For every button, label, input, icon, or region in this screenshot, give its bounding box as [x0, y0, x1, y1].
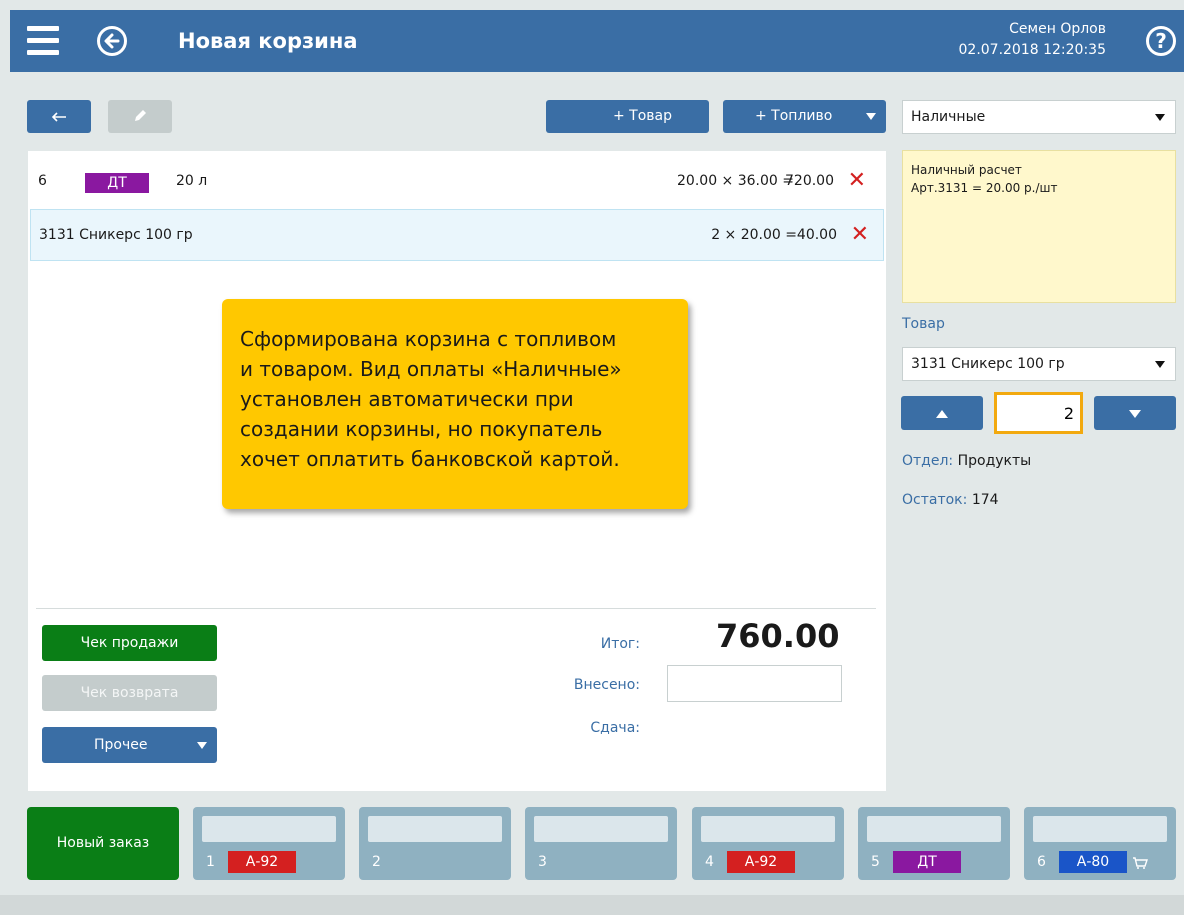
help-icon[interactable]: ?: [1146, 26, 1176, 56]
basket-row-fuel[interactable]: 6 ДТ 20 л 20.00 × 36.00 = 720.00 ✕: [28, 155, 882, 207]
divider: [36, 608, 876, 609]
user-info: Семен Орлов 02.07.2018 12:20:35: [959, 19, 1107, 61]
slot-number: 3: [538, 854, 547, 870]
current-datetime: 02.07.2018 12:20:35: [958, 42, 1107, 58]
product-label: Товар: [902, 316, 945, 332]
slot-number: 5: [871, 854, 880, 870]
menu-icon[interactable]: [27, 26, 59, 56]
slot-number: 6: [1037, 854, 1046, 870]
note-line: Арт.3131 = 20.00 р./шт: [911, 181, 1058, 195]
fuel-badge: ДТ: [893, 851, 961, 873]
department-value: Продукты: [957, 453, 1032, 469]
slot-bar: [534, 816, 668, 842]
add-fuel-button[interactable]: + Топливо: [723, 100, 886, 133]
fuel-code: 6: [38, 173, 47, 189]
order-slot-5[interactable]: 5 ДТ: [858, 807, 1010, 880]
callout-line: и товаром. Вид оплаты «Наличные»: [240, 357, 622, 381]
slot-number: 2: [372, 854, 381, 870]
slot-number: 4: [705, 854, 714, 870]
payment-note: Наличный расчет Арт.3131 = 20.00 р./шт: [902, 150, 1176, 303]
quantity-increase-button[interactable]: [901, 396, 983, 430]
page-title: Новая корзина: [178, 29, 358, 53]
row-calculation: 20.00 × 36.00 =: [677, 173, 794, 189]
quantity-input[interactable]: [994, 392, 1083, 434]
product-name: 3131 Сникерс 100 гр: [39, 227, 193, 243]
other-label: Прочее: [94, 737, 148, 753]
payment-type-value: Наличные: [911, 109, 986, 125]
order-slot-4[interactable]: 4 А-92: [692, 807, 844, 880]
arrow-left-icon: [51, 112, 66, 122]
product-select[interactable]: 3131 Сникерс 100 гр: [902, 347, 1176, 381]
pencil-icon: [135, 110, 146, 121]
fuel-badge: А-92: [727, 851, 795, 873]
chevron-down-icon: [197, 742, 207, 749]
stock-label: Остаток:: [902, 492, 968, 508]
callout-line: хочет оплатить банковской картой.: [240, 447, 620, 471]
basket-row-product[interactable]: 3131 Сникерс 100 гр 2 × 20.00 = 40.00 ✕: [30, 209, 884, 261]
order-slot-2[interactable]: 2: [359, 807, 511, 880]
callout-line: установлен автоматически при: [240, 387, 574, 411]
triangle-down-icon: [1129, 410, 1141, 418]
back-icon[interactable]: [97, 26, 127, 56]
footer-strip: [0, 895, 1184, 915]
fuel-badge: ДТ: [85, 173, 149, 193]
delete-icon[interactable]: ✕: [848, 168, 866, 193]
product-select-value: 3131 Сникерс 100 гр: [911, 356, 1065, 372]
basket-icon: [1133, 857, 1148, 869]
fuel-quantity: 20 л: [176, 173, 208, 189]
quantity-decrease-button[interactable]: [1094, 396, 1176, 430]
row-calculation: 2 × 20.00 =: [711, 227, 797, 243]
chevron-down-icon: [1155, 114, 1165, 121]
chevron-down-icon: [1155, 361, 1165, 368]
tutorial-callout: Сформирована корзина с топливом и товаро…: [222, 299, 688, 509]
top-bar: Новая корзина Семен Орлов 02.07.2018 12:…: [10, 10, 1184, 72]
stock-info: Остаток: 174: [902, 492, 999, 508]
total-label: Итог:: [600, 636, 640, 652]
slot-bar: [368, 816, 502, 842]
order-slot-3[interactable]: 3: [525, 807, 677, 880]
callout-line: создании корзины, но покупатель: [240, 417, 603, 441]
row-sum: 720.00: [785, 173, 834, 189]
user-name: Семен Орлов: [1009, 21, 1106, 37]
note-line: Наличный расчет: [911, 163, 1022, 177]
callout-line: Сформирована корзина с топливом: [240, 327, 617, 351]
row-sum: 40.00: [796, 227, 837, 243]
slot-bar: [867, 816, 1001, 842]
slot-bar: [1033, 816, 1167, 842]
payment-type-select[interactable]: Наличные: [902, 100, 1176, 134]
delete-icon[interactable]: ✕: [851, 222, 869, 247]
return-receipt-button[interactable]: Чек возврата: [42, 675, 217, 711]
add-product-button[interactable]: + Товар: [546, 100, 709, 133]
fuel-badge: А-92: [228, 851, 296, 873]
order-slot-6[interactable]: 6 А-80: [1024, 807, 1176, 880]
slot-bar: [701, 816, 835, 842]
department-label: Отдел:: [902, 453, 954, 469]
order-slot-1[interactable]: 1 А-92: [193, 807, 345, 880]
new-order-button[interactable]: Новый заказ: [27, 807, 179, 880]
basket-panel: 6 ДТ 20 л 20.00 × 36.00 = 720.00 ✕ 3131 …: [28, 151, 886, 791]
slot-number: 1: [206, 854, 215, 870]
change-label: Сдача:: [590, 720, 640, 736]
paid-label: Внесено:: [573, 677, 640, 693]
stock-value: 174: [971, 492, 999, 508]
total-value: 760.00: [716, 617, 840, 655]
sale-receipt-button[interactable]: Чек продажи: [42, 625, 217, 661]
fuel-badge: А-80: [1059, 851, 1127, 873]
chevron-down-icon: [866, 113, 876, 120]
edit-button[interactable]: [108, 100, 172, 133]
department-info: Отдел: Продукты: [902, 453, 1031, 469]
slot-bar: [202, 816, 336, 842]
triangle-up-icon: [936, 410, 948, 418]
add-fuel-label: + Топливо: [755, 108, 833, 124]
paid-input[interactable]: [667, 665, 842, 702]
other-button[interactable]: Прочее: [42, 727, 217, 763]
back-button[interactable]: [27, 100, 91, 133]
